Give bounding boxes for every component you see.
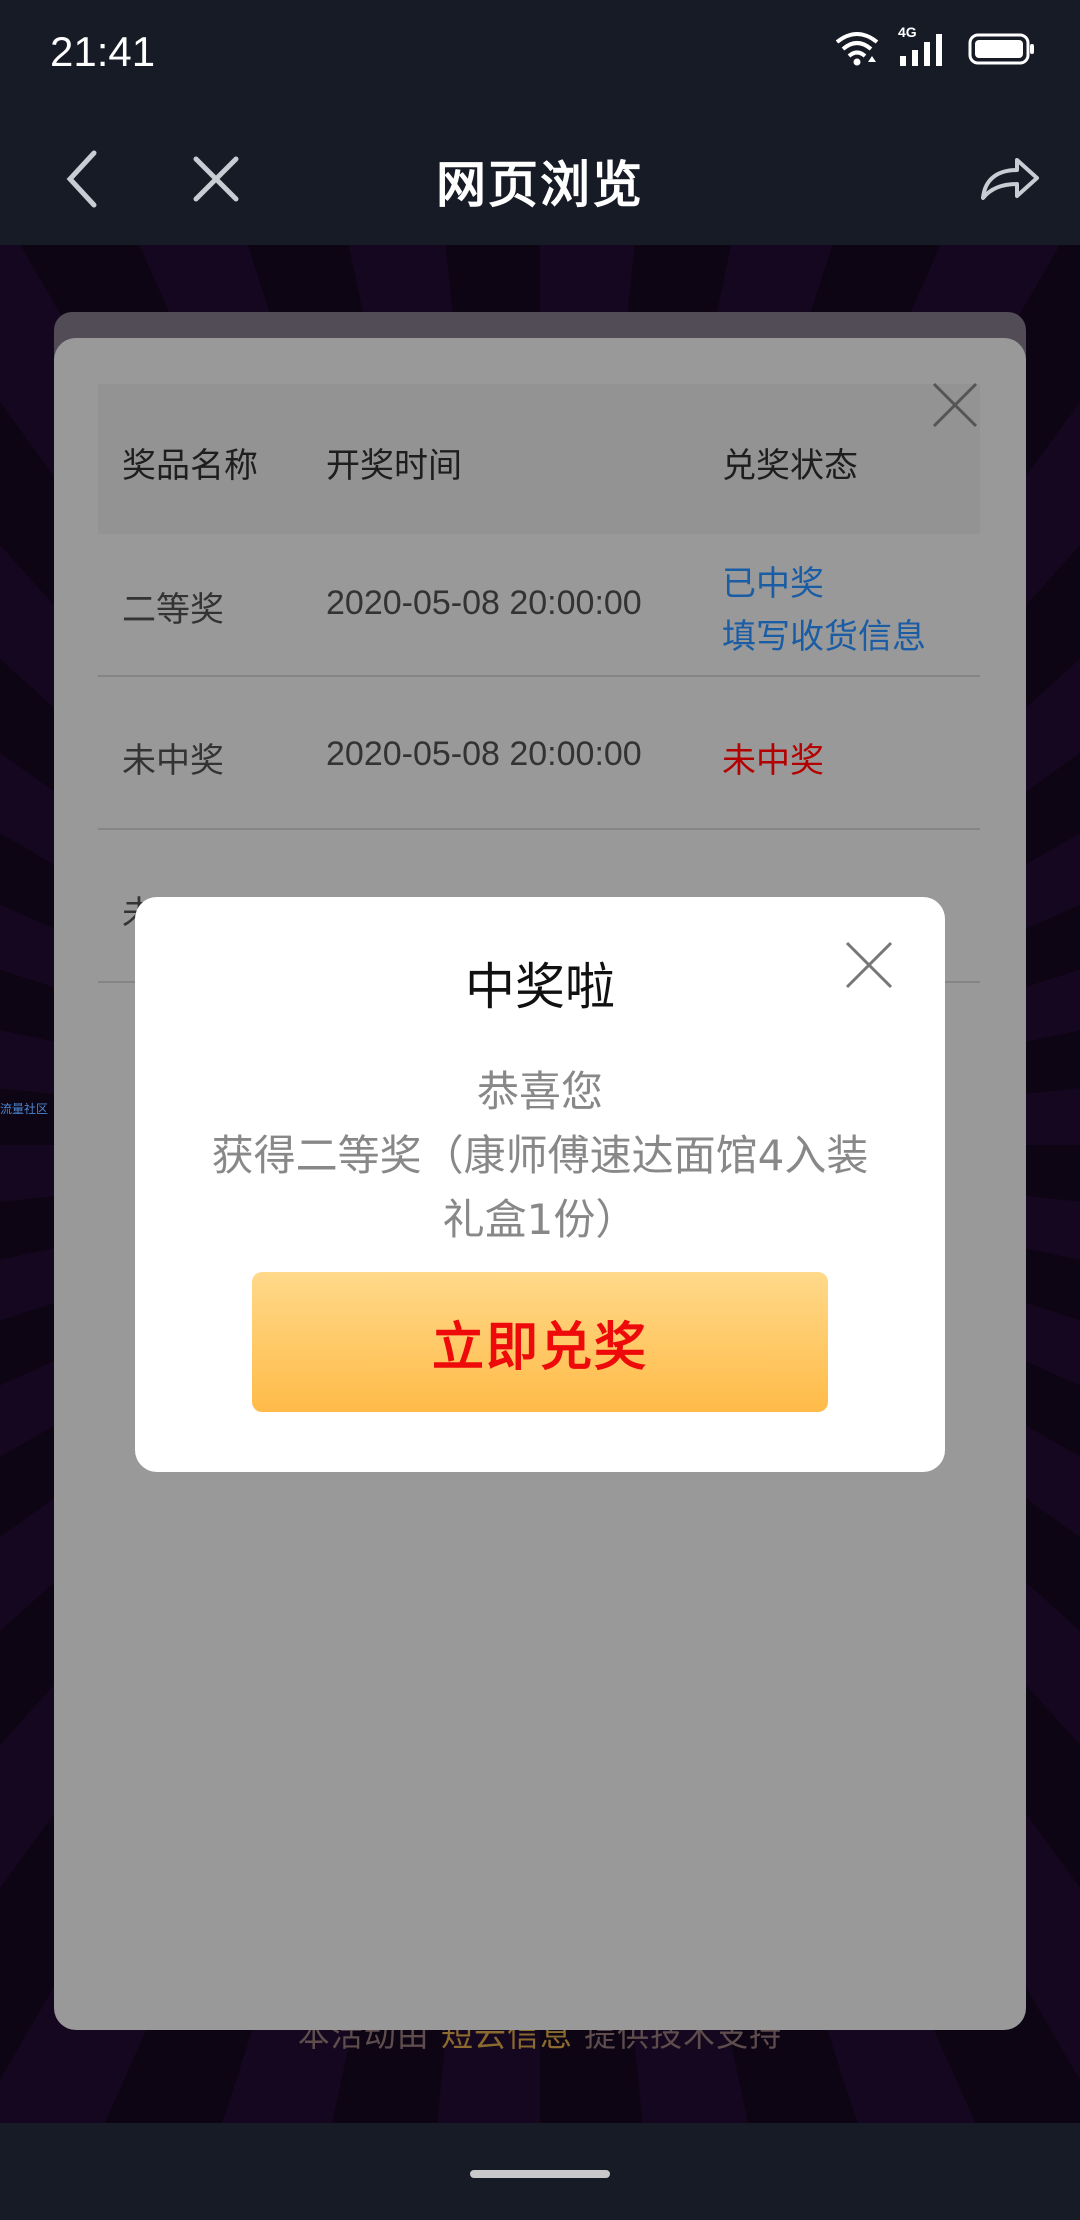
modal-close-button[interactable]	[843, 939, 895, 991]
status-icons: 4G	[834, 24, 1036, 68]
screen: 21:41 4G 网页浏览 流量社区 本活动由 短云信息 提供技术支持 奖品名称…	[0, 0, 1080, 2220]
wifi-icon	[835, 32, 879, 66]
message-line-1: 恭喜您	[476, 1067, 603, 1116]
fill-shipping-info-link[interactable]: 填写收货信息	[722, 609, 926, 658]
status-bar: 21:41 4G	[0, 0, 1080, 115]
modal-title: 中奖啦	[465, 958, 615, 1016]
redeem-now-button[interactable]: 立即兑奖	[252, 1272, 828, 1412]
status-time: 21:41	[50, 28, 156, 75]
close-icon	[932, 382, 978, 428]
bottom-bar	[0, 2123, 1080, 2220]
row-prize: 未中奖	[122, 741, 224, 781]
side-tag[interactable]: 流量社区	[0, 1100, 48, 1117]
table-header: 奖品名称 开奖时间 兑奖状态	[98, 384, 980, 534]
home-indicator[interactable]	[470, 2170, 610, 2178]
panel-close-button[interactable]	[930, 380, 980, 430]
page-title: 网页浏览	[436, 156, 644, 214]
row-prize: 二等奖	[122, 590, 224, 630]
signal-icon	[900, 34, 942, 66]
header-prize: 奖品名称	[122, 446, 258, 486]
header-time: 开奖时间	[326, 446, 462, 486]
row-time: 2020-05-08 20:00:00	[326, 735, 642, 773]
message-line-2: 获得二等奖（康师傅速达面馆4入装	[211, 1131, 869, 1180]
table-row: 未中奖 2020-05-08 20:00:00 未中奖	[98, 677, 980, 830]
win-modal: 中奖啦 恭喜您 获得二等奖（康师傅速达面馆4入装 礼盒1份） 立即兑奖	[135, 897, 945, 1472]
header-status: 兑奖状态	[722, 446, 858, 486]
table-row: 二等奖 2020-05-08 20:00:00 已中奖 填写收货信息	[98, 534, 980, 677]
message-line-3: 礼盒1份）	[442, 1195, 638, 1244]
share-icon	[981, 158, 1039, 200]
row-status: 已中奖	[722, 564, 824, 604]
signal-group: 4G	[898, 24, 950, 68]
close-icon	[845, 941, 893, 989]
battery-icon	[968, 33, 1034, 65]
nav-bar: 网页浏览	[0, 115, 1080, 245]
modal-message: 恭喜您 获得二等奖（康师傅速达面馆4入装 礼盒1份）	[175, 1060, 905, 1252]
row-time: 2020-05-08 20:00:00	[326, 584, 642, 622]
row-status: 未中奖	[722, 741, 824, 781]
share-button[interactable]	[970, 139, 1050, 219]
